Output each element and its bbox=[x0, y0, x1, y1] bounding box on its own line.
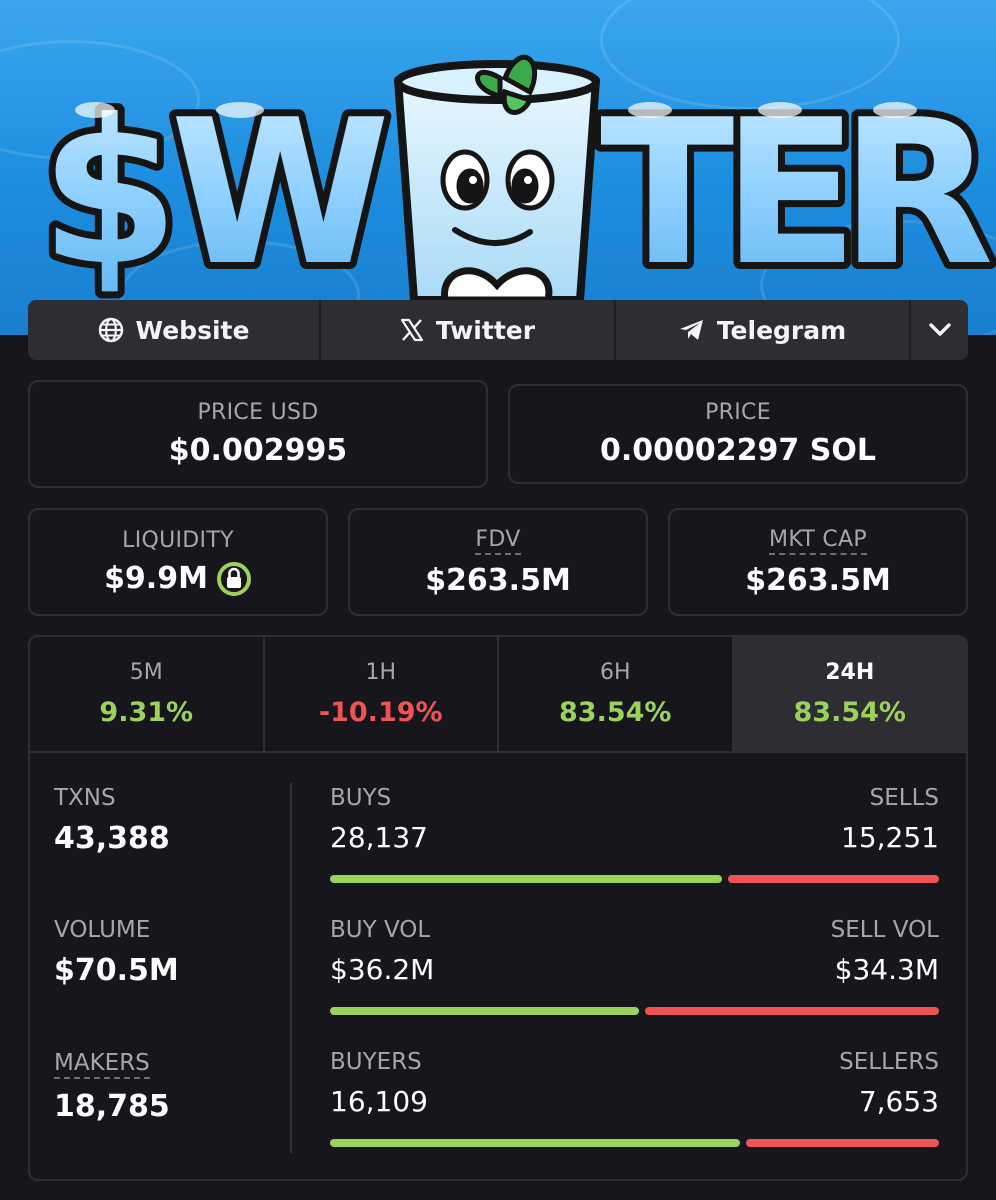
splits-column: BUYS SELLS 28,137 15,251 BUY VOL SELL VO… bbox=[330, 785, 939, 1179]
tab-label: 6H bbox=[599, 660, 631, 685]
buys-value: 28,137 bbox=[330, 821, 428, 854]
buyers-label: BUYERS bbox=[330, 1049, 422, 1075]
makers-stat: MAKERS 18,785 bbox=[54, 1049, 284, 1179]
x-logo-icon bbox=[400, 318, 424, 342]
fdv-label[interactable]: FDV bbox=[475, 527, 521, 555]
globe-icon bbox=[98, 317, 123, 343]
tab-label: 24H bbox=[825, 660, 875, 685]
buys-label: BUYS bbox=[330, 785, 392, 811]
fdv-value: $263.5M bbox=[425, 562, 571, 598]
txns-stat: TXNS 43,388 bbox=[54, 785, 284, 917]
price-native-card: PRICE 0.00002297 SOL bbox=[508, 384, 968, 484]
txns-label: TXNS bbox=[54, 785, 116, 811]
tab-change: 83.54% bbox=[793, 697, 906, 728]
price-usd-label: PRICE USD bbox=[197, 400, 319, 425]
liquidity-label: LIQUIDITY bbox=[122, 527, 234, 553]
tab-5m[interactable]: 5M 9.31% bbox=[30, 637, 265, 751]
lock-icon[interactable] bbox=[216, 561, 252, 597]
svg-text:W: W bbox=[170, 77, 391, 310]
telegram-link-label: Telegram bbox=[716, 315, 847, 345]
totals-column: TXNS 43,388 VOLUME $70.5M MAKERS 18,785 bbox=[54, 785, 284, 1179]
liquidity-value: $9.9M bbox=[104, 561, 208, 596]
column-divider bbox=[290, 783, 292, 1153]
buys-sells-ratio-bar bbox=[330, 875, 939, 883]
volume-label: VOLUME bbox=[54, 917, 151, 943]
buy-vol-value: $36.2M bbox=[330, 953, 435, 986]
txns-value: 43,388 bbox=[54, 821, 170, 856]
svg-text:R: R bbox=[840, 77, 994, 310]
tab-24h[interactable]: 24H 83.54% bbox=[733, 637, 966, 751]
makers-value: 18,785 bbox=[54, 1089, 170, 1124]
sells-label: SELLS bbox=[869, 785, 939, 811]
chevron-down-icon bbox=[928, 323, 951, 336]
price-usd-card: PRICE USD $0.002995 bbox=[28, 380, 488, 488]
sell-ratio-fill bbox=[645, 1007, 939, 1015]
fdv-card: FDV $263.5M bbox=[348, 508, 648, 616]
sellers-value: 7,653 bbox=[858, 1085, 939, 1118]
sell-ratio-fill bbox=[728, 875, 939, 883]
makers-label[interactable]: MAKERS bbox=[54, 1049, 150, 1079]
sellers-label: SELLERS bbox=[839, 1049, 939, 1075]
buys-sells-row: BUYS SELLS 28,137 15,251 bbox=[330, 785, 939, 917]
buyers-ratio-bar bbox=[330, 1139, 939, 1147]
token-banner: $ W T E R bbox=[0, 0, 996, 335]
tab-1h[interactable]: 1H -10.19% bbox=[265, 637, 499, 751]
buyers-value: 16,109 bbox=[330, 1085, 428, 1118]
liquidity-value-row: $9.9M bbox=[104, 561, 252, 597]
water-logo-image: $ W T E R bbox=[33, 54, 996, 317]
website-link-label: Website bbox=[135, 315, 250, 345]
volume-split-row: BUY VOL SELL VOL $36.2M $34.3M bbox=[330, 917, 939, 1049]
tab-label: 5M bbox=[129, 660, 163, 685]
price-native-label: PRICE bbox=[705, 400, 771, 425]
liquidity-card: LIQUIDITY $9.9M bbox=[28, 508, 328, 616]
telegram-icon bbox=[679, 320, 703, 340]
buy-vol-label: BUY VOL bbox=[330, 917, 431, 943]
sells-value: 15,251 bbox=[841, 821, 939, 854]
tab-change: 83.54% bbox=[559, 697, 672, 728]
tab-label: 1H bbox=[365, 660, 397, 685]
volume-value: $70.5M bbox=[54, 953, 179, 988]
buy-ratio-fill bbox=[330, 1007, 639, 1015]
telegram-link-button[interactable]: Telegram bbox=[616, 300, 911, 360]
price-native-value: 0.00002297 SOL bbox=[600, 433, 876, 468]
buyers-sellers-row: BUYERS SELLERS 16,109 7,653 bbox=[330, 1049, 939, 1179]
volume-stat: VOLUME $70.5M bbox=[54, 917, 284, 1049]
market-cap-value: $263.5M bbox=[745, 562, 891, 598]
volume-ratio-bar bbox=[330, 1007, 939, 1015]
website-link-button[interactable]: Website bbox=[28, 300, 321, 360]
market-cap-card: MKT CAP $263.5M bbox=[668, 508, 968, 616]
sell-vol-label: SELL VOL bbox=[830, 917, 939, 943]
tab-6h[interactable]: 6H 83.54% bbox=[499, 637, 734, 751]
twitter-link-button[interactable]: Twitter bbox=[321, 300, 616, 360]
price-usd-value: $0.002995 bbox=[168, 433, 348, 468]
stats-panel: 5M 9.31% 1H -10.19% 6H 83.54% 24H 83.54%… bbox=[28, 635, 968, 1181]
twitter-link-label: Twitter bbox=[435, 315, 536, 345]
social-links-bar: Website Twitter Telegram bbox=[28, 300, 968, 360]
more-links-button[interactable] bbox=[911, 300, 968, 360]
buy-ratio-fill bbox=[330, 1139, 740, 1147]
sell-vol-value: $34.3M bbox=[834, 953, 939, 986]
buy-ratio-fill bbox=[330, 875, 722, 883]
timeframe-tabs: 5M 9.31% 1H -10.19% 6H 83.54% 24H 83.54% bbox=[30, 637, 966, 753]
market-cap-label[interactable]: MKT CAP bbox=[769, 527, 867, 555]
sell-ratio-fill bbox=[746, 1139, 939, 1147]
tab-change: -10.19% bbox=[318, 697, 443, 728]
tab-change: 9.31% bbox=[99, 697, 194, 728]
